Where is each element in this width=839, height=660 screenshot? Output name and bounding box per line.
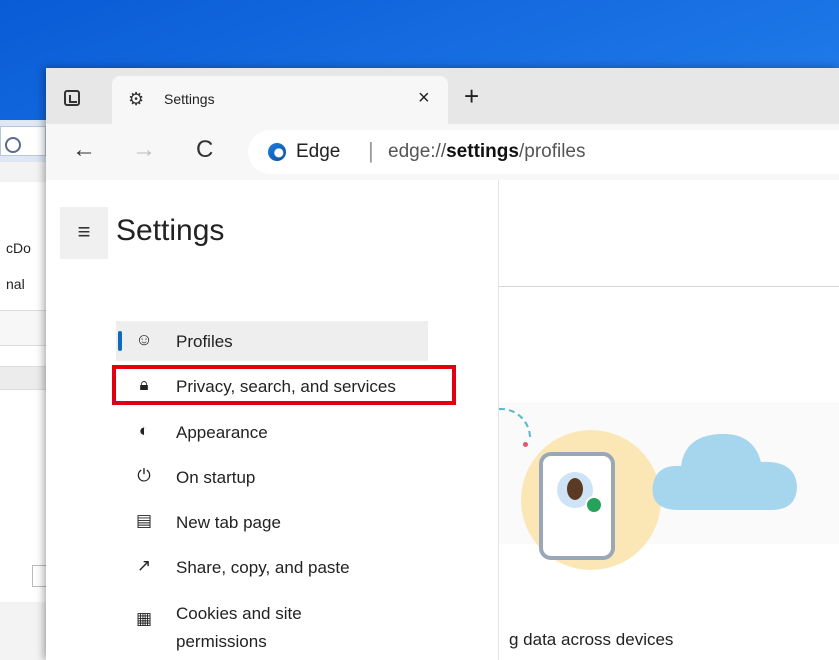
- background-search-field[interactable]: [0, 126, 46, 156]
- edge-logo-icon: [268, 143, 286, 161]
- sync-caption: g data across devices: [509, 630, 674, 649]
- share-icon: ↗: [136, 556, 152, 575]
- new-tab-button[interactable]: +: [464, 83, 479, 109]
- highlight-box: [112, 365, 456, 405]
- address-separator: |: [368, 138, 374, 163]
- background-text-1: cDo: [6, 240, 31, 256]
- phone-illustration: [539, 452, 615, 560]
- close-tab-button[interactable]: ×: [418, 88, 430, 108]
- avatar-face: [567, 478, 583, 500]
- sidebar-item-label: Profiles: [176, 332, 233, 351]
- tab-actions-icon[interactable]: [64, 90, 80, 106]
- page-title: Settings: [116, 214, 225, 247]
- browser-toolbar: ← → C Edge | edge://settings/profiles: [46, 124, 839, 180]
- sidebar-item-profiles[interactable]: ☺ Profiles: [116, 321, 428, 361]
- sidebar-item-label-line2: permissions: [176, 632, 267, 651]
- url-prefix: edge://: [388, 141, 447, 162]
- url-bold: settings: [446, 141, 519, 162]
- reload-button[interactable]: C: [196, 136, 213, 164]
- address-url: edge://settings/profiles: [388, 141, 586, 163]
- tab-settings[interactable]: ⚙ Settings ×: [112, 76, 448, 124]
- sidebar-item-appearance[interactable]: ◐ Appearance: [116, 412, 428, 452]
- settings-sidebar: ≡ Settings ☺ Profiles 🔒︎ Privacy, search…: [46, 180, 499, 660]
- address-bar[interactable]: Edge | edge://settings/profiles: [248, 130, 839, 174]
- sync-illustration-panel: [499, 402, 839, 570]
- edge-browser-window: ⚙ Settings × + ← → C Edge | edge://setti…: [46, 68, 839, 660]
- url-suffix: /profiles: [518, 141, 586, 162]
- sidebar-item-label: New tab page: [176, 513, 281, 532]
- divider: [499, 286, 839, 287]
- sidebar-item-cookies[interactable]: ▦ Cookies and site permissions: [116, 600, 428, 656]
- palette-icon: ◐: [138, 421, 150, 440]
- arc-dot: [523, 442, 528, 447]
- gear-icon: ⚙: [128, 89, 145, 109]
- add-icon: [585, 496, 603, 514]
- sidebar-item-share[interactable]: ↗ Share, copy, and paste: [116, 547, 428, 587]
- profiles-page-partial: g data across devices: [499, 180, 839, 660]
- sidebar-item-label: Share, copy, and paste: [176, 558, 350, 577]
- sidebar-item-label: Appearance: [176, 423, 268, 442]
- tab-title: Settings: [164, 91, 215, 107]
- forward-button[interactable]: →: [132, 136, 156, 164]
- cloud-icon: [652, 433, 797, 510]
- page-content: ≡ Settings ☺ Profiles 🔒︎ Privacy, search…: [46, 180, 839, 660]
- sidebar-item-label: On startup: [176, 468, 256, 487]
- sidebar-item-label: Cookies and site: [176, 604, 302, 623]
- background-text-2: nal: [6, 276, 25, 292]
- back-button[interactable]: ←: [72, 136, 96, 164]
- power-icon: ⏻: [137, 466, 151, 485]
- sidebar-item-new-tab-page[interactable]: ▤ New tab page: [116, 502, 428, 542]
- profile-icon: ☺: [135, 330, 153, 349]
- address-brand: Edge: [296, 141, 341, 162]
- menu-button[interactable]: ≡: [60, 207, 108, 259]
- new-tab-page-icon: ▤: [135, 511, 153, 530]
- sidebar-item-on-startup[interactable]: ⏻ On startup: [116, 457, 428, 497]
- tab-strip: ⚙ Settings × +: [46, 68, 839, 124]
- cookies-icon: ▦: [135, 609, 153, 628]
- search-icon: [5, 137, 21, 153]
